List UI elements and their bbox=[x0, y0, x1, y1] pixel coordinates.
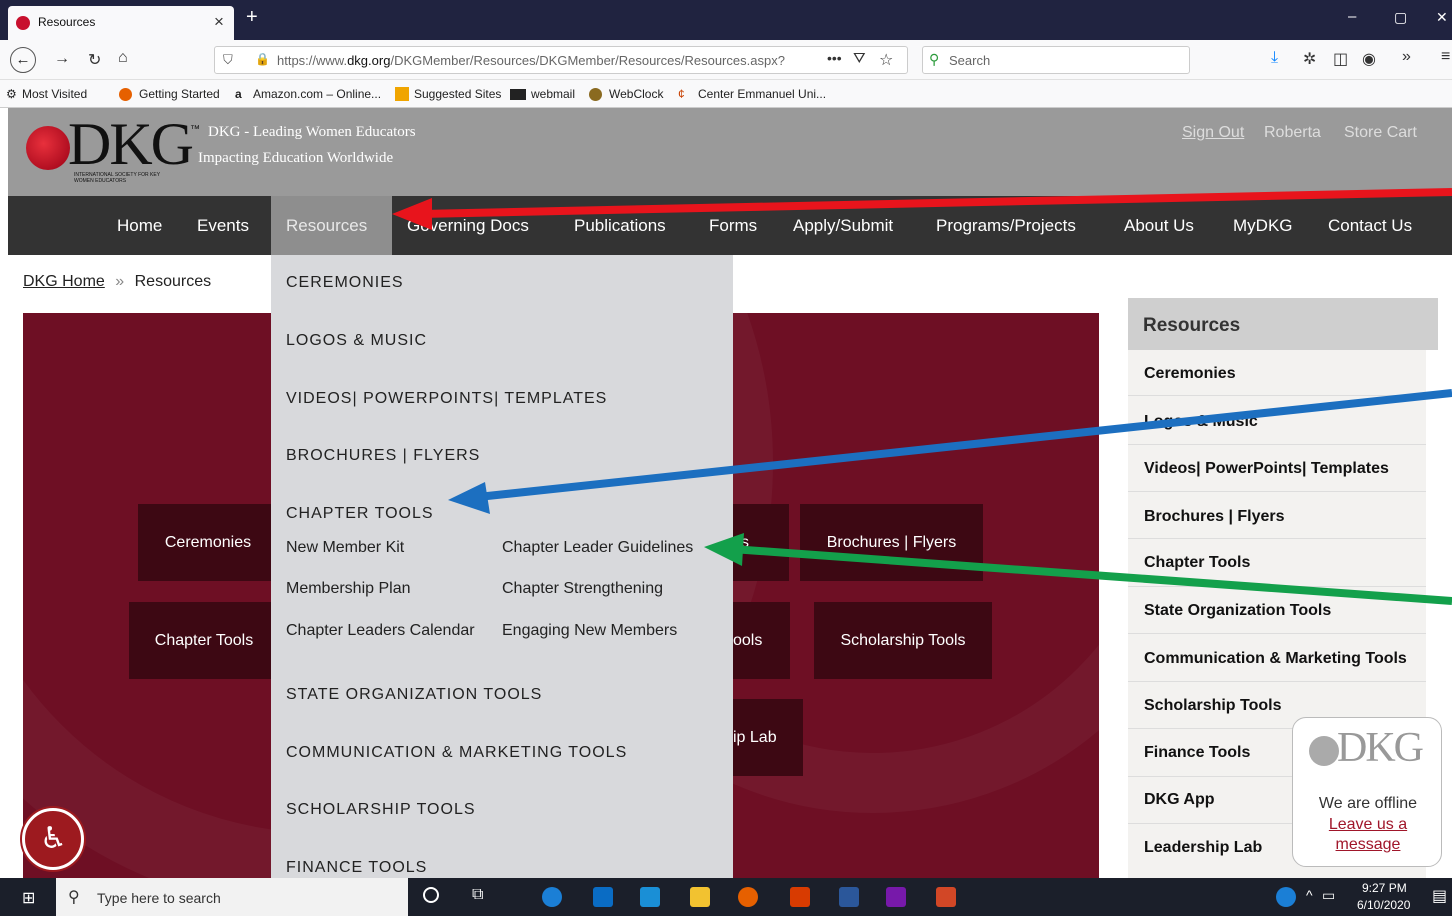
office-icon[interactable] bbox=[790, 887, 810, 907]
taskbar-search-input[interactable]: ⚲ Type here to search bbox=[56, 878, 408, 916]
mail-icon[interactable] bbox=[593, 887, 613, 907]
video-app-icon[interactable] bbox=[640, 887, 660, 907]
green-arrow bbox=[731, 545, 1452, 605]
taskbar-date[interactable]: 6/10/2020 bbox=[1357, 898, 1410, 912]
firefox-icon[interactable] bbox=[738, 887, 758, 907]
powerpoint-icon[interactable] bbox=[936, 887, 956, 907]
taskbar-time[interactable]: 9:27 PM bbox=[1362, 881, 1407, 895]
red-arrowhead bbox=[392, 198, 432, 230]
windows-taskbar: ⊞ ⚲ Type here to search ⧉ ^ ▭ 9:27 PM 6/… bbox=[0, 878, 1452, 916]
word-icon[interactable] bbox=[839, 887, 859, 907]
windows-start-icon[interactable]: ⊞ bbox=[22, 888, 35, 908]
network-icon[interactable]: ▭ bbox=[1322, 887, 1335, 904]
task-view-icon[interactable]: ⧉ bbox=[472, 886, 483, 904]
tray-chevron-icon[interactable]: ^ bbox=[1306, 887, 1313, 903]
blue-arrow bbox=[477, 389, 1452, 501]
cortana-icon[interactable] bbox=[423, 887, 439, 903]
edge-icon[interactable] bbox=[542, 887, 562, 907]
green-arrowhead bbox=[704, 533, 744, 566]
red-arrow bbox=[419, 188, 1452, 218]
search-icon: ⚲ bbox=[68, 889, 80, 906]
notifications-icon[interactable]: ▤ bbox=[1432, 886, 1447, 906]
blue-arrowhead bbox=[448, 482, 490, 514]
taskbar-search-placeholder: Type here to search bbox=[97, 890, 221, 906]
file-explorer-icon[interactable] bbox=[690, 887, 710, 907]
annotation-arrows bbox=[392, 188, 1452, 605]
help-icon[interactable] bbox=[1276, 887, 1296, 907]
onenote-icon[interactable] bbox=[886, 887, 906, 907]
